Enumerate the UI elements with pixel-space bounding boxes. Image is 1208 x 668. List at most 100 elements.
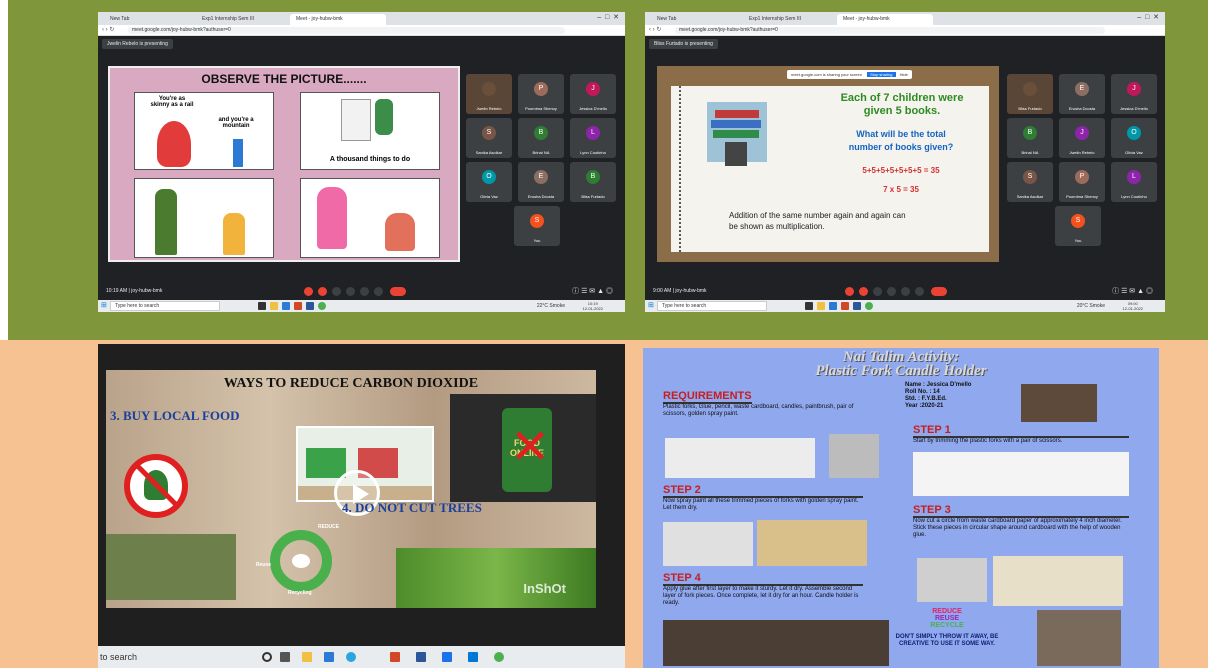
meet-controls-bar: 10:19 AM | joy-hubw-bmk ⓘ ☰ ✉ ▲ ◎ bbox=[98, 284, 625, 298]
store-icon[interactable] bbox=[282, 302, 290, 310]
tab-internship[interactable]: Exp1 Internship Sem III bbox=[196, 14, 288, 25]
participant-tile[interactable]: E Erusha Dcosta bbox=[1059, 74, 1105, 114]
leave-call-button[interactable] bbox=[390, 287, 406, 296]
mail-icon[interactable] bbox=[442, 652, 452, 662]
phone-photo: FOOD ONLINE ✕ bbox=[450, 394, 596, 502]
nav-arrows-icon[interactable]: ‹ › ↻ bbox=[102, 26, 114, 33]
participant-tile[interactable]: S You bbox=[1055, 206, 1101, 246]
captions-button[interactable] bbox=[332, 287, 341, 296]
conclusion-line-2: be shown as multiplication. bbox=[729, 222, 825, 231]
chrome-icon[interactable] bbox=[494, 652, 504, 662]
participant-tile[interactable]: B Bliss Furtado bbox=[570, 162, 616, 202]
chrome-icon[interactable] bbox=[865, 302, 873, 310]
participant-tile[interactable]: J Jessica D'mello bbox=[570, 74, 616, 114]
closing-message: DON'T SIMPLY THROW IT AWAY, BE CREATIVE … bbox=[895, 634, 999, 647]
url-field[interactable]: meet.google.com/joy-hubw-bmk?authuser=0 bbox=[128, 27, 565, 34]
more-options-button[interactable] bbox=[374, 287, 383, 296]
participant-tile[interactable]: O Olivia Vaz bbox=[1111, 118, 1157, 158]
participant-name: Olivia Vaz bbox=[480, 194, 498, 199]
task-view-icon[interactable] bbox=[805, 302, 813, 310]
leave-call-button[interactable] bbox=[931, 287, 947, 296]
task-view-icon[interactable] bbox=[258, 302, 266, 310]
raise-hand-button[interactable] bbox=[346, 287, 355, 296]
chrome-icon[interactable] bbox=[318, 302, 326, 310]
year-value: :2020-21 bbox=[919, 403, 944, 409]
more-options-button[interactable] bbox=[915, 287, 924, 296]
weather-status: 22°C Smoke bbox=[536, 303, 565, 309]
roll-value: : 14 bbox=[929, 389, 940, 395]
store-icon[interactable] bbox=[829, 302, 837, 310]
file-explorer-icon[interactable] bbox=[817, 302, 825, 310]
hide-button[interactable]: Hide bbox=[900, 72, 908, 77]
mic-off-button[interactable] bbox=[304, 287, 313, 296]
tab-meet[interactable]: Meet - joy-hubw-bmk bbox=[837, 14, 933, 25]
file-explorer-icon[interactable] bbox=[270, 302, 278, 310]
captions-button[interactable] bbox=[873, 287, 882, 296]
badge-reduce: REDUCE bbox=[932, 608, 962, 615]
participant-tile[interactable]: P Poornima Shenoy bbox=[1059, 162, 1105, 202]
participant-tile[interactable]: J Jwelin Rebelo bbox=[1059, 118, 1105, 158]
word-icon[interactable] bbox=[416, 652, 426, 662]
meeting-tools-icon[interactable]: ⓘ ☰ ✉ ▲ ◎ bbox=[572, 286, 613, 296]
participant-tile[interactable]: E Erusha Dcosta bbox=[518, 162, 564, 202]
cortana-icon[interactable] bbox=[262, 652, 272, 662]
participant-tile[interactable]: S You bbox=[514, 206, 560, 246]
camera-off-button[interactable] bbox=[318, 287, 327, 296]
raise-hand-button[interactable] bbox=[887, 287, 896, 296]
taskbar-search[interactable]: to search bbox=[100, 652, 137, 662]
camera-off-button[interactable] bbox=[859, 287, 868, 296]
participant-name: Jwelin Rebelo bbox=[1069, 150, 1095, 155]
word-icon[interactable] bbox=[853, 302, 861, 310]
std-value: : F.Y.B.Ed. bbox=[918, 396, 947, 402]
powerpoint-icon[interactable] bbox=[841, 302, 849, 310]
participant-tile[interactable]: B Brinal NA bbox=[518, 118, 564, 158]
powerpoint-icon[interactable] bbox=[390, 652, 400, 662]
tab-new[interactable]: New Tab bbox=[104, 14, 192, 25]
participant-tile[interactable]: L Lynn Coutinho bbox=[1111, 162, 1157, 202]
word-icon[interactable] bbox=[306, 302, 314, 310]
window-controls[interactable]: – □ ✕ bbox=[597, 13, 619, 21]
participant-name: Brinal NA bbox=[532, 150, 550, 155]
participant-tile[interactable]: J Jessica D'mello bbox=[1111, 74, 1157, 114]
task-view-icon[interactable] bbox=[280, 652, 290, 662]
edge-icon[interactable] bbox=[346, 652, 356, 662]
mic-off-button[interactable] bbox=[845, 287, 854, 296]
stop-sharing-button[interactable]: Stop sharing bbox=[867, 72, 896, 77]
present-button[interactable] bbox=[901, 287, 910, 296]
participant-avatar: P bbox=[534, 82, 548, 96]
participant-tile[interactable]: B Brinal NA bbox=[1007, 118, 1053, 158]
tab-internship[interactable]: Exp1 Internship Sem III bbox=[743, 14, 835, 25]
present-button[interactable] bbox=[360, 287, 369, 296]
powerpoint-icon[interactable] bbox=[294, 302, 302, 310]
taskbar-search[interactable]: Type here to search bbox=[657, 301, 767, 311]
participant-name: Olivia Vaz bbox=[1125, 150, 1143, 155]
nav-arrows-icon[interactable]: ‹ › ↻ bbox=[649, 26, 661, 33]
participant-tile[interactable]: S Sanika Asolkar bbox=[466, 118, 512, 158]
file-explorer-icon[interactable] bbox=[302, 652, 312, 662]
books-illustration bbox=[697, 102, 777, 172]
tab-meet[interactable]: Meet - joy-hubw-bmk bbox=[290, 14, 386, 25]
participant-tile[interactable]: O Olivia Vaz bbox=[466, 162, 512, 202]
windows-start-icon[interactable]: ⊞ bbox=[101, 301, 107, 309]
participant-tile[interactable]: Jwelin Rebelo bbox=[466, 74, 512, 114]
tab-new[interactable]: New Tab bbox=[651, 14, 739, 25]
step3-text: Now cut a circle from waste cardboard pa… bbox=[913, 518, 1122, 538]
participant-tile[interactable]: P Poornima Shenoy bbox=[518, 74, 564, 114]
taskbar-search[interactable]: Type here to search bbox=[110, 301, 220, 311]
participant-tile[interactable]: S Sanika Asolkar bbox=[1007, 162, 1053, 202]
meeting-tools-icon[interactable]: ⓘ ☰ ✉ ▲ ◎ bbox=[1112, 286, 1153, 296]
address-bar: ‹ › ↻ meet.google.com/joy-hubw-bmk?authu… bbox=[98, 25, 625, 36]
shield-icon[interactable] bbox=[468, 652, 478, 662]
participant-tile[interactable]: L Lynn Coutinho bbox=[570, 118, 616, 158]
windows-start-icon[interactable]: ⊞ bbox=[648, 301, 654, 309]
candle-photo bbox=[1021, 384, 1097, 422]
fat-man-illustration bbox=[157, 121, 191, 167]
participant-tile[interactable]: Bliss Furtado bbox=[1007, 74, 1053, 114]
participant-name: Jessica D'mello bbox=[579, 106, 607, 111]
participant-name: Lynn Coutinho bbox=[1121, 194, 1147, 199]
store-icon[interactable] bbox=[324, 652, 334, 662]
problem-statement: Each of 7 children were given 5 books. bbox=[817, 92, 987, 118]
window-controls[interactable]: – □ ✕ bbox=[1137, 13, 1159, 21]
meeting-info: 10:19 AM | joy-hubw-bmk bbox=[106, 288, 163, 294]
url-field[interactable]: meet.google.com/joy-hubw-bmk?authuser=0 bbox=[675, 27, 1105, 34]
